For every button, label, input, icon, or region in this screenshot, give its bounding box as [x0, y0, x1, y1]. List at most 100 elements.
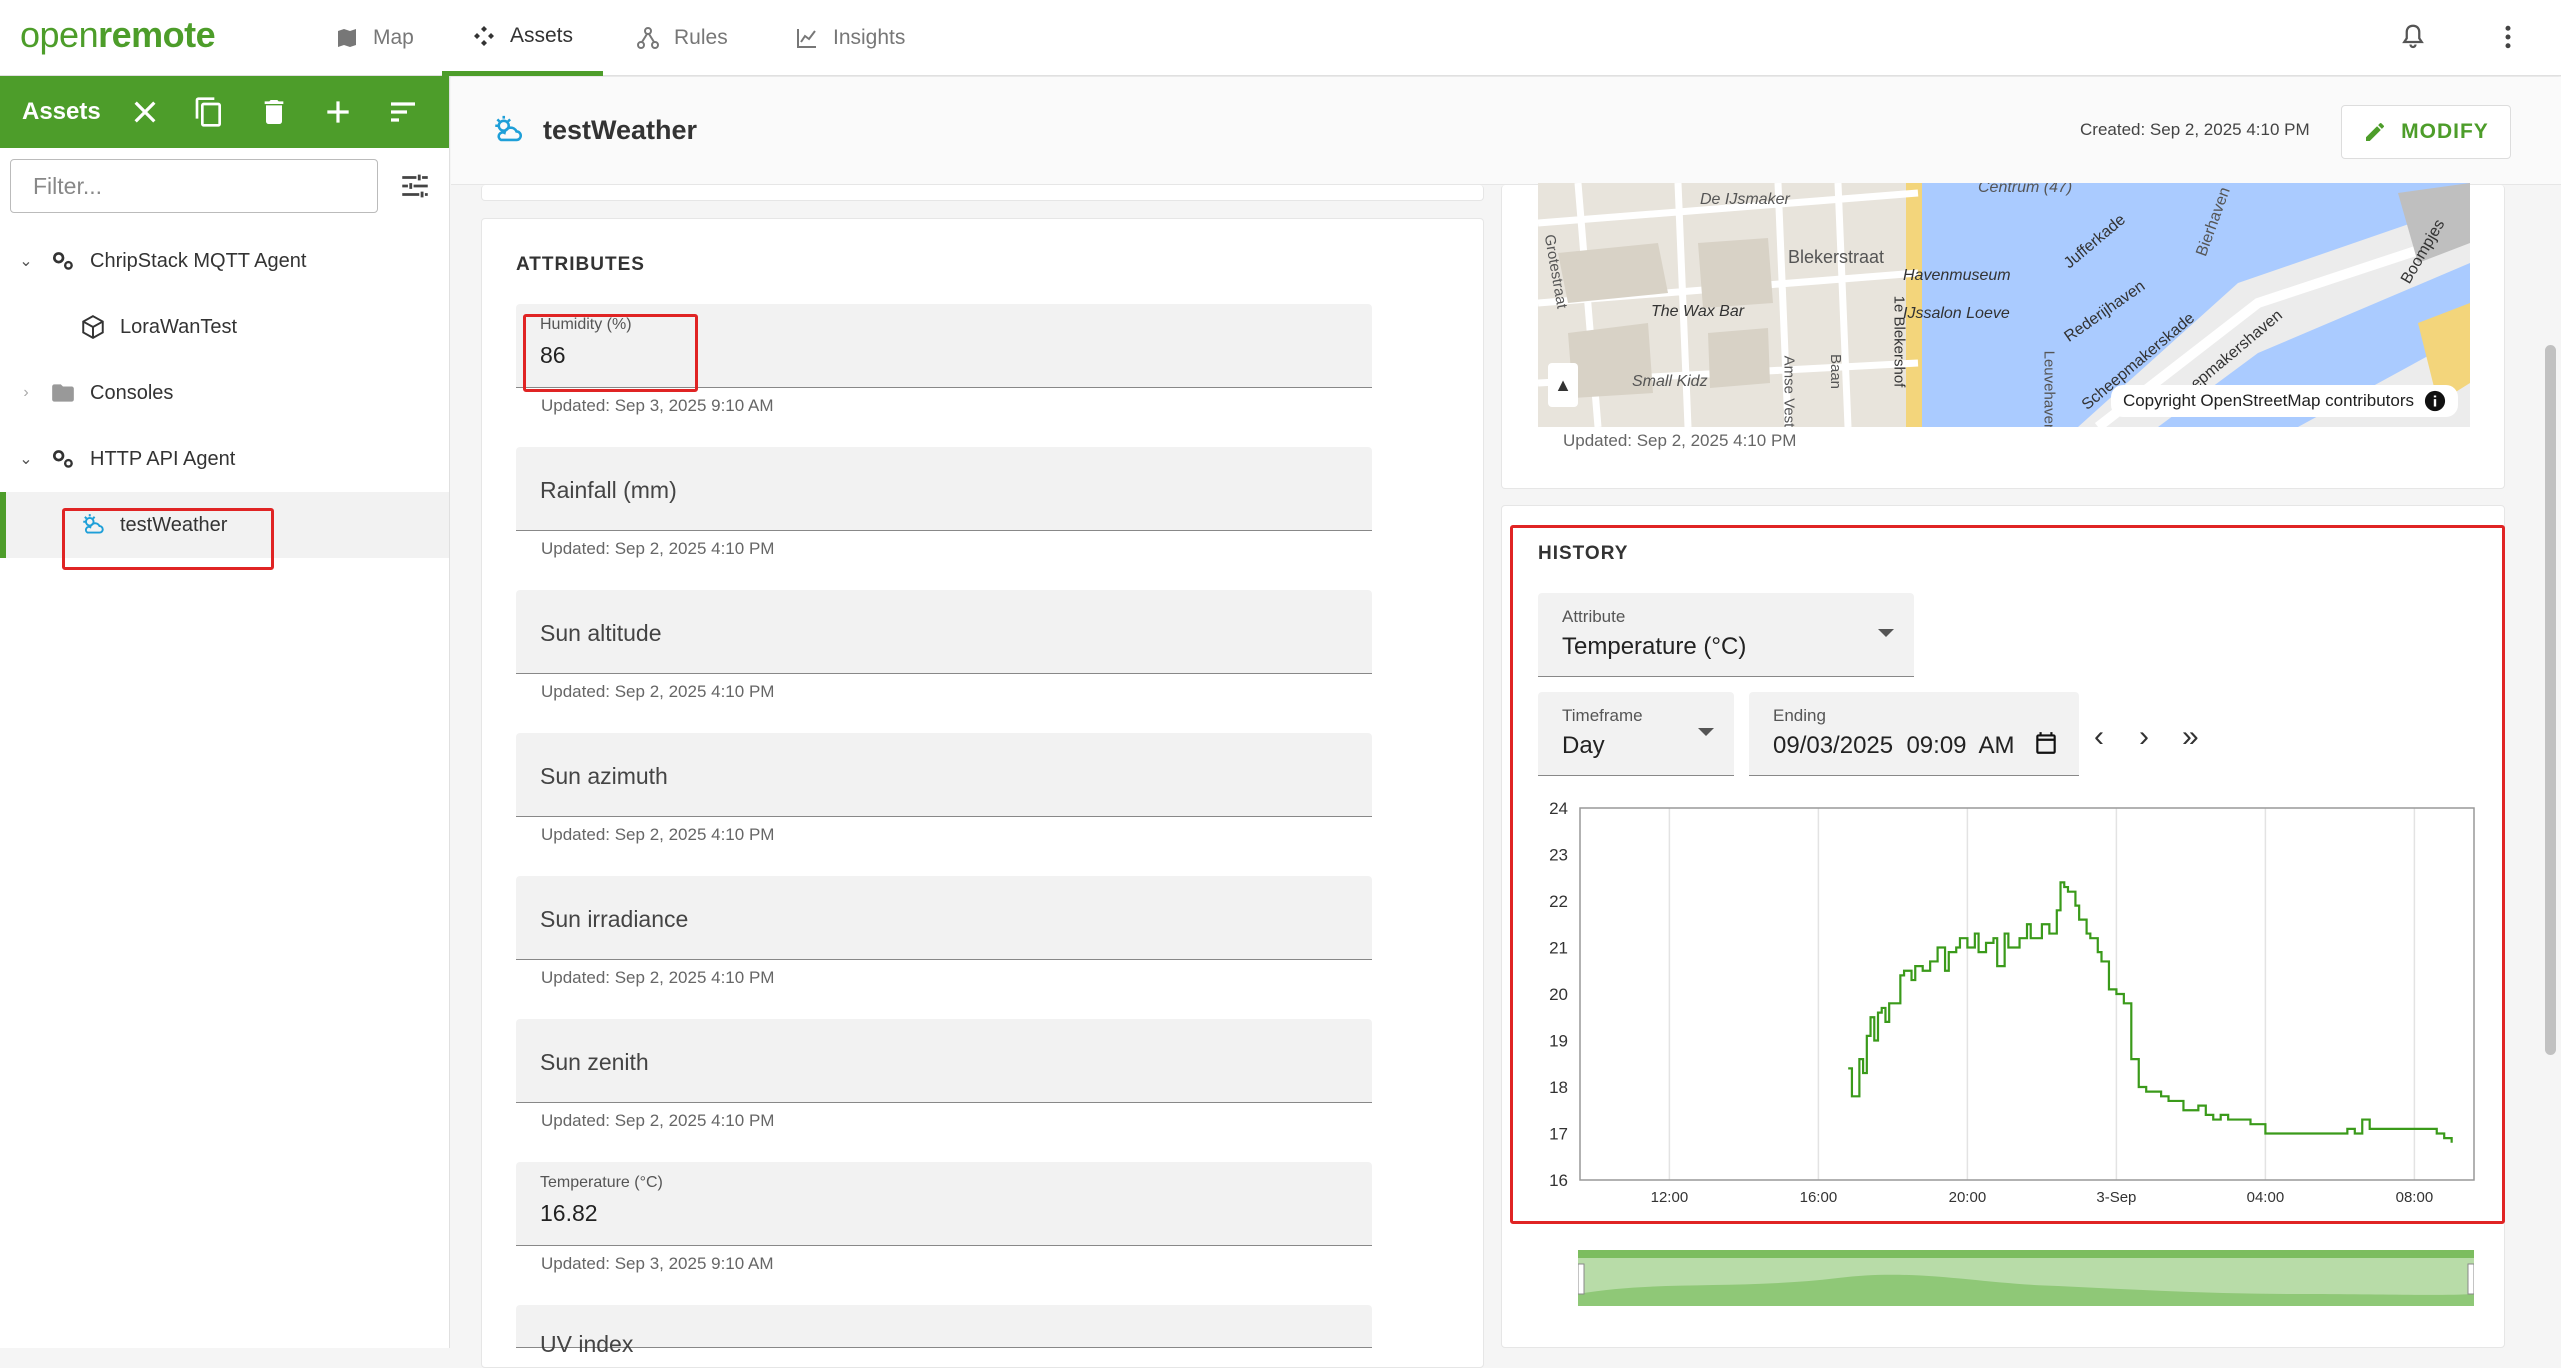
x-tick-label: 3-Sep — [2096, 1189, 2136, 1206]
ending-label: Ending — [1773, 706, 1826, 725]
created-timestamp: Created: Sep 2, 2025 4:10 PM — [2080, 120, 2310, 139]
delete-button[interactable] — [256, 90, 292, 134]
tree-item-chripstack-agent[interactable]: ⌄ ChripStack MQTT Agent — [0, 228, 449, 294]
navigator-scrollbar[interactable] — [1578, 1250, 2474, 1258]
tab-assets-label: Assets — [510, 23, 574, 47]
attribute-sun-altitude[interactable]: Sun altitude — [516, 590, 1372, 674]
attribute-select-label: Attribute — [1562, 607, 1626, 626]
asset-tree-sidebar: Assets Filter... ⌄ ChripStack MQTT Agent… — [0, 76, 450, 1348]
filter-row: Filter... — [0, 148, 449, 224]
attribute-updated: Updated: Sep 2, 2025 4:10 PM — [541, 968, 775, 987]
sort-icon — [390, 102, 415, 122]
tree-item-consoles[interactable]: › Consoles — [0, 360, 449, 426]
y-tick-label: 22 — [1549, 892, 1568, 911]
highlight-box — [62, 508, 274, 570]
map-label: 1e Blekershof — [1890, 295, 1908, 388]
tab-map[interactable]: Map — [305, 0, 444, 76]
top-app-bar: openremote Map Assets Rules Insights — [0, 0, 2561, 76]
agent-icon — [52, 252, 73, 270]
navigator-handle-right[interactable] — [2467, 1263, 2474, 1295]
sidebar-header: Assets — [0, 76, 449, 148]
x-tick-label: 12:00 — [1651, 1189, 1689, 1206]
timeframe-select-label: Timeframe — [1562, 706, 1643, 725]
folder-icon — [52, 384, 74, 402]
location-map[interactable]: De IJsmaker Blekerstraat Havenmuseum IJs… — [1538, 183, 2470, 427]
copy-icon — [196, 97, 222, 127]
attribute-sun-zenith[interactable]: Sun zenith — [516, 1019, 1372, 1103]
compass-icon: ▲ — [1554, 374, 1572, 395]
attribute-sun-irradiance[interactable]: Sun irradiance — [516, 876, 1372, 960]
modify-label: MODIFY — [2401, 120, 2489, 143]
deselect-button[interactable] — [127, 90, 163, 134]
y-tick-label: 21 — [1549, 939, 1568, 958]
bell-icon[interactable] — [2398, 22, 2428, 52]
attribute-sun-azimuth[interactable]: Sun azimuth — [516, 733, 1372, 817]
y-tick-label: 19 — [1549, 1032, 1568, 1051]
dropdown-arrow-icon — [1698, 728, 1714, 736]
info-icon[interactable] — [2424, 390, 2446, 412]
close-icon — [134, 101, 156, 123]
chevron-down-icon[interactable]: ⌄ — [16, 449, 36, 469]
tree-item-label: ChripStack MQTT Agent — [90, 249, 307, 272]
compass-button[interactable]: ▲ — [1548, 363, 1578, 407]
asset-header: testWeather Created: Sep 2, 2025 4:10 PM… — [451, 77, 2561, 185]
tree-item-http-api-agent[interactable]: ⌄ HTTP API Agent — [0, 426, 449, 492]
calendar-icon[interactable] — [2033, 730, 2059, 756]
map-label: Small Kidz — [1632, 373, 1708, 390]
tab-assets[interactable]: Assets — [442, 0, 604, 76]
filter-input[interactable]: Filter... — [10, 159, 378, 213]
assets-icon — [474, 25, 494, 46]
range-navigator[interactable] — [1578, 1250, 2474, 1306]
attribute-label: Sun altitude — [540, 620, 662, 646]
latest-period-button[interactable]: » — [2182, 720, 2199, 754]
attribute-temperature[interactable]: Temperature (°C) 16.82 — [516, 1162, 1372, 1246]
next-period-button[interactable]: › — [2139, 720, 2149, 754]
info-panel-bottom — [481, 185, 1484, 201]
tab-insights[interactable]: Insights — [765, 0, 935, 76]
previous-period-button[interactable]: ‹ — [2094, 720, 2104, 754]
attribute-updated: Updated: Sep 3, 2025 9:10 AM — [541, 396, 774, 415]
asset-name: testWeather — [543, 114, 698, 145]
location-updated: Updated: Sep 2, 2025 4:10 PM — [1563, 431, 1797, 450]
map-label: The Wax Bar — [1651, 303, 1745, 320]
chevron-right-icon[interactable]: › — [16, 384, 36, 402]
map-label: Blekerstraat — [1788, 247, 1885, 267]
map-icon — [338, 29, 356, 47]
ending-datetime-field[interactable]: Ending 09/03/2025 09:09 AM — [1749, 692, 2079, 776]
map-label: IJssalon Loeve — [1903, 305, 2010, 322]
copy-button[interactable] — [191, 90, 227, 134]
tab-rules-label: Rules — [674, 26, 728, 49]
attribute-select-value: Temperature (°C) — [1562, 633, 1747, 660]
tab-map-label: Map — [373, 26, 414, 49]
sort-button[interactable] — [385, 90, 421, 134]
tab-rules[interactable]: Rules — [606, 0, 758, 76]
filter-settings-icon[interactable] — [398, 169, 432, 203]
attribute-rainfall[interactable]: Rainfall (mm) — [516, 447, 1372, 531]
tree-item-lorawantest[interactable]: LoraWanTest — [0, 294, 449, 360]
map-attribution: Copyright OpenStreetMap contributors — [2110, 385, 2458, 417]
attribute-updated: Updated: Sep 2, 2025 4:10 PM — [541, 825, 775, 844]
ending-value: 09/03/2025 09:09 AM — [1773, 732, 2015, 759]
more-vert-icon[interactable] — [2493, 22, 2523, 52]
y-tick-label: 18 — [1549, 1078, 1568, 1097]
modify-button[interactable]: MODIFY — [2341, 105, 2511, 159]
attribute-select[interactable]: Attribute Temperature (°C) — [1538, 593, 1914, 677]
attribute-label: UV index — [540, 1331, 634, 1357]
page-scrollbar-thumb[interactable] — [2545, 345, 2556, 1055]
attributes-title: ATTRIBUTES — [516, 254, 645, 275]
attribute-updated: Updated: Sep 2, 2025 4:10 PM — [541, 682, 775, 701]
attribute-uv-index[interactable]: UV index — [516, 1305, 1372, 1357]
navigator-handle-left[interactable] — [1578, 1263, 1585, 1295]
cube-icon — [82, 315, 104, 339]
sidebar-title: Assets — [22, 98, 101, 125]
map-label: Leuvehaven — [2040, 350, 2058, 427]
agent-icon — [52, 450, 73, 468]
add-asset-button[interactable] — [320, 90, 356, 134]
x-tick-label: 20:00 — [1949, 1189, 1987, 1206]
history-chart[interactable]: 16 17 18 19 20 21 22 23 24 12:00 16:00 20:00 3-Sep 04… — [1530, 790, 2490, 1220]
map-label: Baan — [1827, 353, 1845, 390]
timeframe-select[interactable]: Timeframe Day — [1538, 692, 1734, 776]
openremote-logo[interactable]: openremote — [20, 14, 216, 56]
chart-plot-border — [1579, 807, 2475, 1181]
chevron-down-icon[interactable]: ⌄ — [16, 251, 36, 271]
